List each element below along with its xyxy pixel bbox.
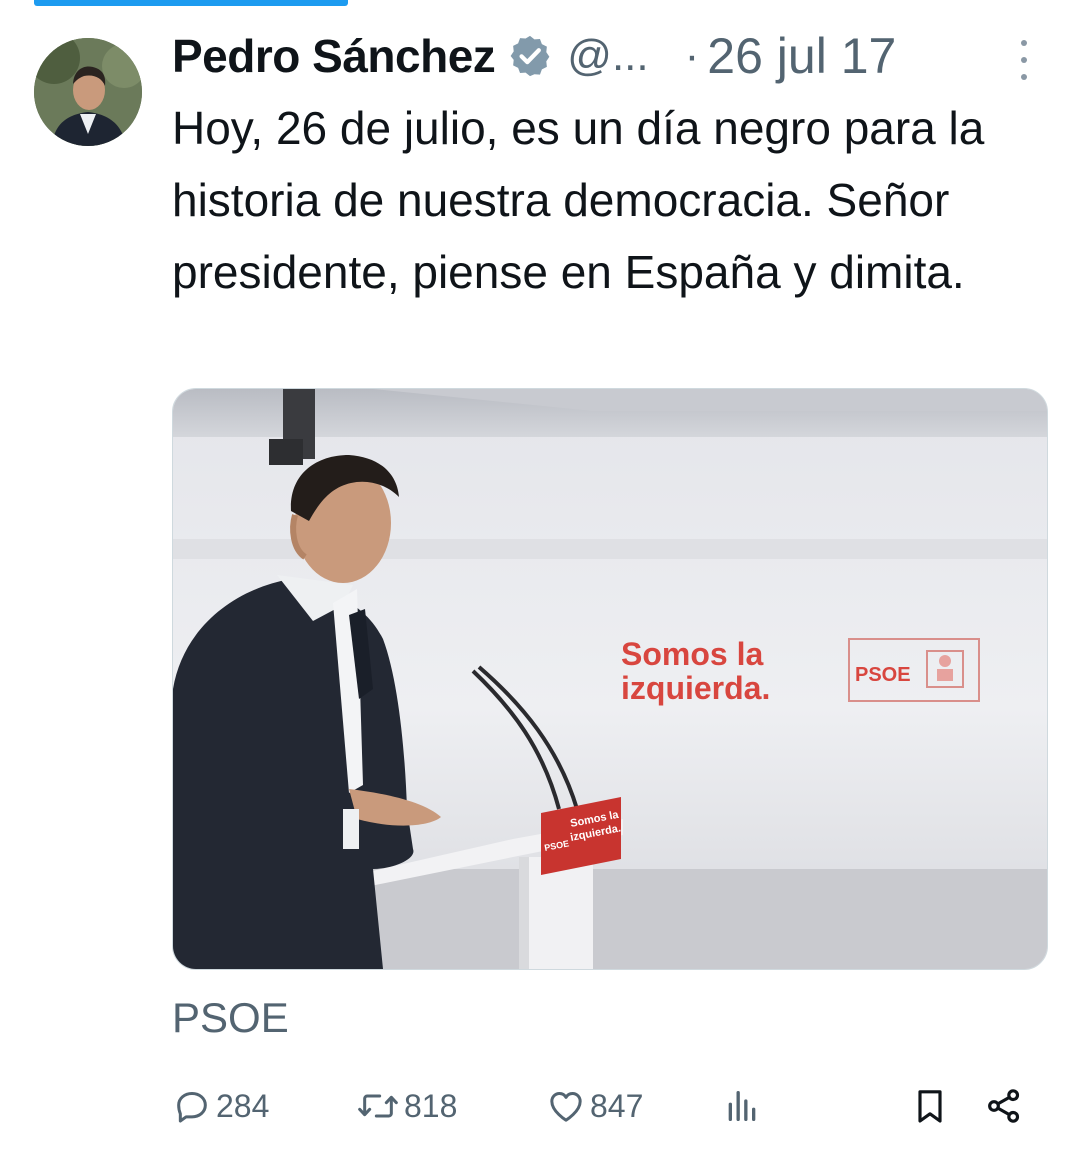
heart-icon (546, 1086, 586, 1126)
action-bar: 284 818 847 (172, 1080, 1042, 1132)
retweet-count: 818 (404, 1087, 458, 1124)
bookmark-button[interactable] (910, 1080, 950, 1132)
header-separator: · (684, 31, 700, 80)
tweet-date[interactable]: 26 jul 17 (707, 27, 896, 85)
share-button[interactable] (984, 1080, 1024, 1132)
reply-icon (172, 1086, 212, 1126)
share-icon (984, 1086, 1024, 1126)
views-icon (722, 1086, 762, 1126)
reply-button[interactable]: 284 (172, 1080, 269, 1132)
tweet[interactable]: Pedro Sánchez @... · 26 jul 17 Hoy, 26 d… (0, 0, 1080, 1160)
like-button[interactable]: 847 (546, 1080, 643, 1132)
backdrop-slogan-line2: izquierda. (621, 670, 770, 706)
author-name[interactable]: Pedro Sánchez (172, 29, 496, 83)
author-handle[interactable]: @... (567, 31, 648, 81)
views-button[interactable] (722, 1080, 762, 1132)
more-vertical-icon[interactable] (1014, 40, 1034, 80)
media-source-label[interactable]: PSOE (172, 994, 289, 1042)
tweet-media-image[interactable]: Somos la izquierda. PSOE Somos la izquie… (172, 388, 1048, 970)
like-count: 847 (590, 1087, 644, 1124)
reply-count: 284 (216, 1087, 270, 1124)
tweet-header: Pedro Sánchez @... · 26 jul 17 (172, 24, 1052, 88)
retweet-icon (356, 1086, 400, 1126)
avatar[interactable] (34, 38, 142, 146)
bookmark-icon (910, 1086, 950, 1126)
backdrop-slogan-line1: Somos la (621, 636, 763, 672)
backdrop-logo-text: PSOE (855, 664, 911, 686)
verified-badge-icon (507, 33, 553, 79)
tweet-text: Hoy, 26 de julio, es un día negro para l… (172, 102, 985, 298)
retweet-button[interactable]: 818 (356, 1080, 457, 1132)
